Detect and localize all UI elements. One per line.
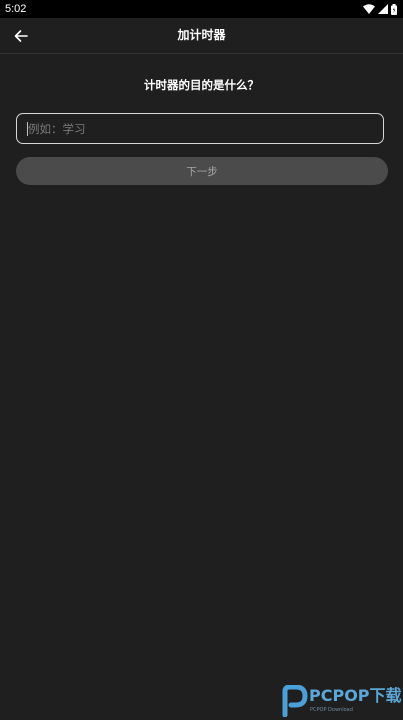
- watermark-text: PCPOP下载: [309, 686, 402, 705]
- wifi-icon: [363, 4, 375, 14]
- page-title: 加计时器: [177, 28, 226, 42]
- next-step-button[interactable]: 下一步: [16, 157, 388, 185]
- arrow-left-icon: [14, 30, 28, 42]
- watermark-subtext: PCPOP Download: [310, 707, 353, 713]
- status-time: 5:02: [5, 3, 27, 15]
- purpose-input-wrapper: [16, 113, 384, 144]
- signal-icon: [378, 4, 388, 14]
- battery-icon: [391, 3, 397, 15]
- watermark: PCPOP下载 PCPOP Download: [280, 684, 402, 718]
- purpose-input[interactable]: [17, 114, 383, 143]
- next-step-label: 下一步: [186, 165, 218, 178]
- status-icons: [363, 3, 397, 15]
- pcpop-logo-icon: [282, 685, 308, 717]
- back-button[interactable]: [8, 23, 34, 49]
- purpose-question: 计时器的目的是什么？: [144, 78, 259, 92]
- text-caret: [27, 122, 28, 136]
- app-bar: 加计时器: [0, 18, 403, 54]
- status-bar: 5:02: [0, 0, 403, 18]
